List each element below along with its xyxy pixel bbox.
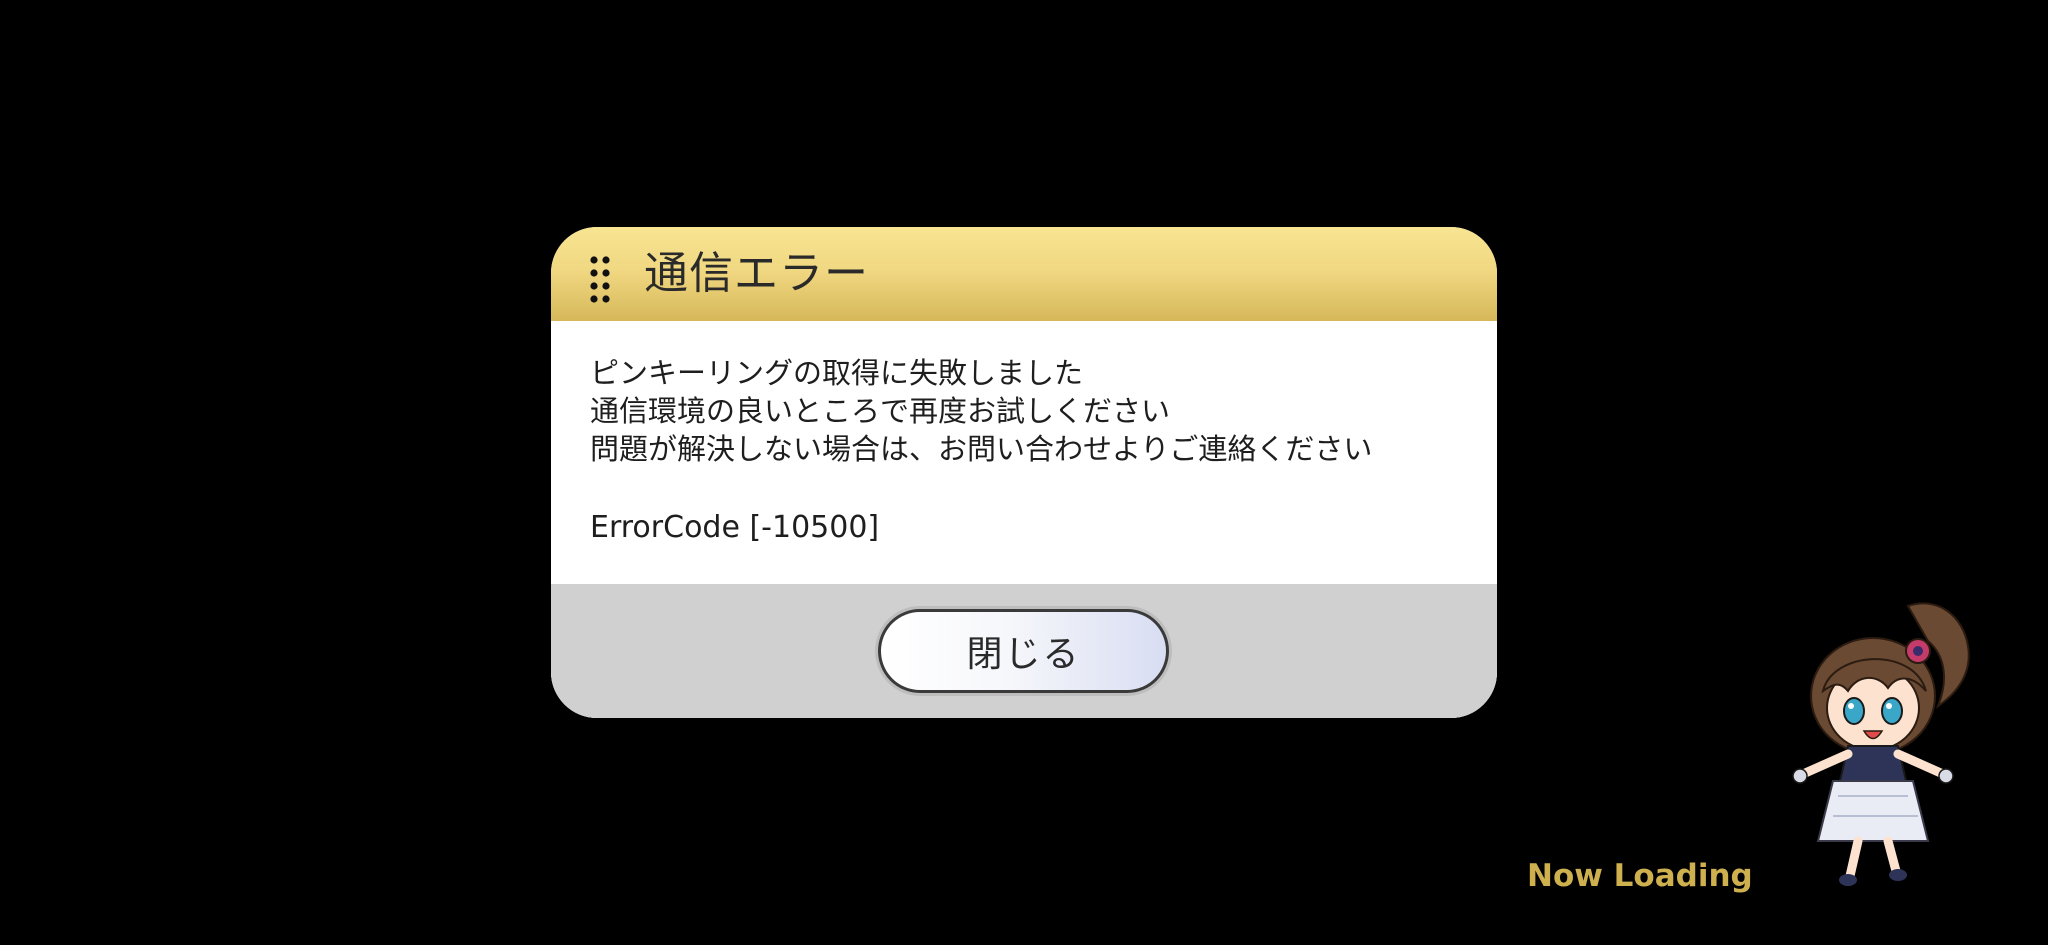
now-loading-label: Now Loading xyxy=(1527,858,1753,894)
dialog-header: 通信エラー xyxy=(551,227,1497,321)
chibi-character-icon xyxy=(1792,602,1970,886)
dialog-title: 通信エラー xyxy=(644,248,869,299)
close-button[interactable]: 閉じる xyxy=(878,609,1169,693)
error-code: ErrorCode [-10500] xyxy=(590,510,880,545)
error-message: ピンキーリングの取得に失敗しました 通信環境の良いところで再度お試しください 問… xyxy=(590,354,1372,468)
message-line: 通信環境の良いところで再度お試しください xyxy=(590,394,1171,428)
dialog-footer: 閉じる xyxy=(551,584,1497,718)
error-dialog: 通信エラー ピンキーリングの取得に失敗しました 通信環境の良いところで再度お試し… xyxy=(551,227,1497,718)
message-line: ピンキーリングの取得に失敗しました xyxy=(590,356,1084,390)
grip-dots-icon xyxy=(590,256,610,303)
message-line: 問題が解決しない場合は、お問い合わせよりご連絡ください xyxy=(590,432,1373,466)
